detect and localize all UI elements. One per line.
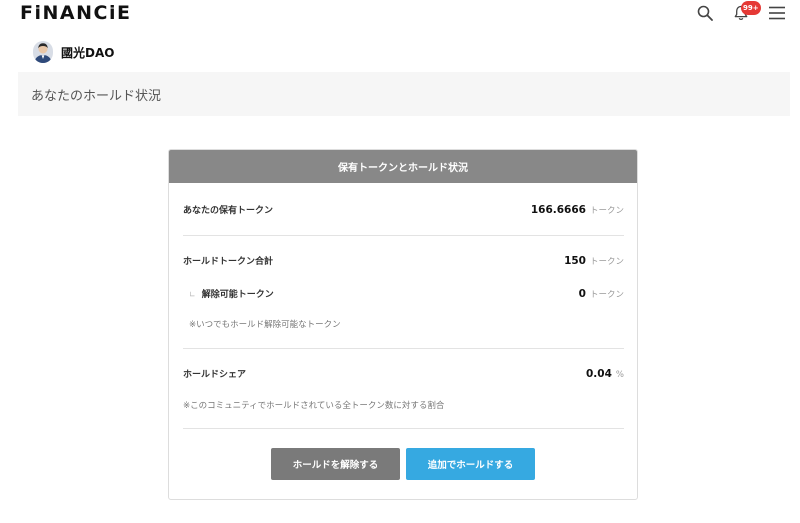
divider — [183, 235, 624, 236]
divider — [183, 348, 624, 349]
financie-logo[interactable]: FiNANCiE — [20, 2, 131, 24]
releasable-token-label: 解除可能トークン — [201, 290, 274, 300]
hold-share-note: ※このコミュニティでホールドされている全トークン数に対する割合 — [183, 401, 445, 411]
sub-item-mark: ∟ — [189, 290, 196, 299]
owned-token-amount: 166.6666 — [530, 204, 586, 216]
community-avatar-icon — [33, 41, 53, 63]
owned-token-label: あなたの保有トークン — [183, 206, 274, 216]
hold-share-value: 0.04 % — [586, 368, 624, 380]
releasable-token-row: ∟ 解除可能トークン 0 トークン — [183, 287, 624, 300]
community-link[interactable]: 國光DAO — [33, 41, 114, 63]
hamburger-menu-icon — [769, 6, 785, 20]
add-hold-button[interactable]: 追加でホールドする — [406, 448, 535, 480]
community-name: 國光DAO — [61, 45, 115, 60]
releasable-token-amount: 0 — [578, 288, 586, 300]
hold-share-row: ホールドシェア 0.04 % — [183, 367, 624, 380]
release-hold-button[interactable]: ホールドを解除する — [271, 448, 400, 480]
releasable-token-label-group: ∟ 解除可能トークン — [183, 287, 274, 300]
releasable-note: ※いつでもホールド解除可能なトークン — [189, 320, 341, 330]
card-header: 保有トークンとホールド状況 — [169, 150, 637, 183]
avatar — [33, 41, 53, 63]
notification-badge: 99+ — [741, 1, 761, 15]
notification-button[interactable]: 99+ — [730, 1, 761, 24]
releasable-token-value: 0 トークン — [579, 288, 624, 300]
hold-status-card: 保有トークンとホールド状況 あなたの保有トークン 166.6666 トークン ホ… — [168, 149, 638, 500]
hold-share-amount: 0.04 — [586, 368, 612, 380]
menu-button[interactable] — [766, 2, 788, 24]
hold-share-unit: % — [615, 370, 624, 380]
owned-token-value: 166.6666 トークン — [531, 204, 624, 216]
hold-total-value: 150 トークン — [564, 255, 624, 267]
hold-total-label: ホールドトークン合計 — [183, 257, 274, 267]
page-title-bar: あなたのホールド状況 — [18, 72, 790, 116]
owned-token-row: あなたの保有トークン 166.6666 トークン — [183, 203, 624, 216]
search-button[interactable] — [694, 2, 716, 24]
hold-total-unit: トークン — [589, 257, 624, 267]
releasable-token-unit: トークン — [589, 290, 624, 300]
divider — [183, 428, 624, 429]
hold-total-row: ホールドトークン合計 150 トークン — [183, 254, 624, 267]
page-title: あなたのホールド状況 — [31, 88, 162, 104]
search-icon — [697, 5, 713, 21]
owned-token-unit: トークン — [589, 206, 624, 216]
hold-share-label: ホールドシェア — [183, 370, 247, 380]
hold-total-amount: 150 — [564, 255, 586, 267]
top-bar: FiNANCiE 99+ — [0, 0, 800, 32]
header-actions: 99+ — [694, 1, 788, 24]
